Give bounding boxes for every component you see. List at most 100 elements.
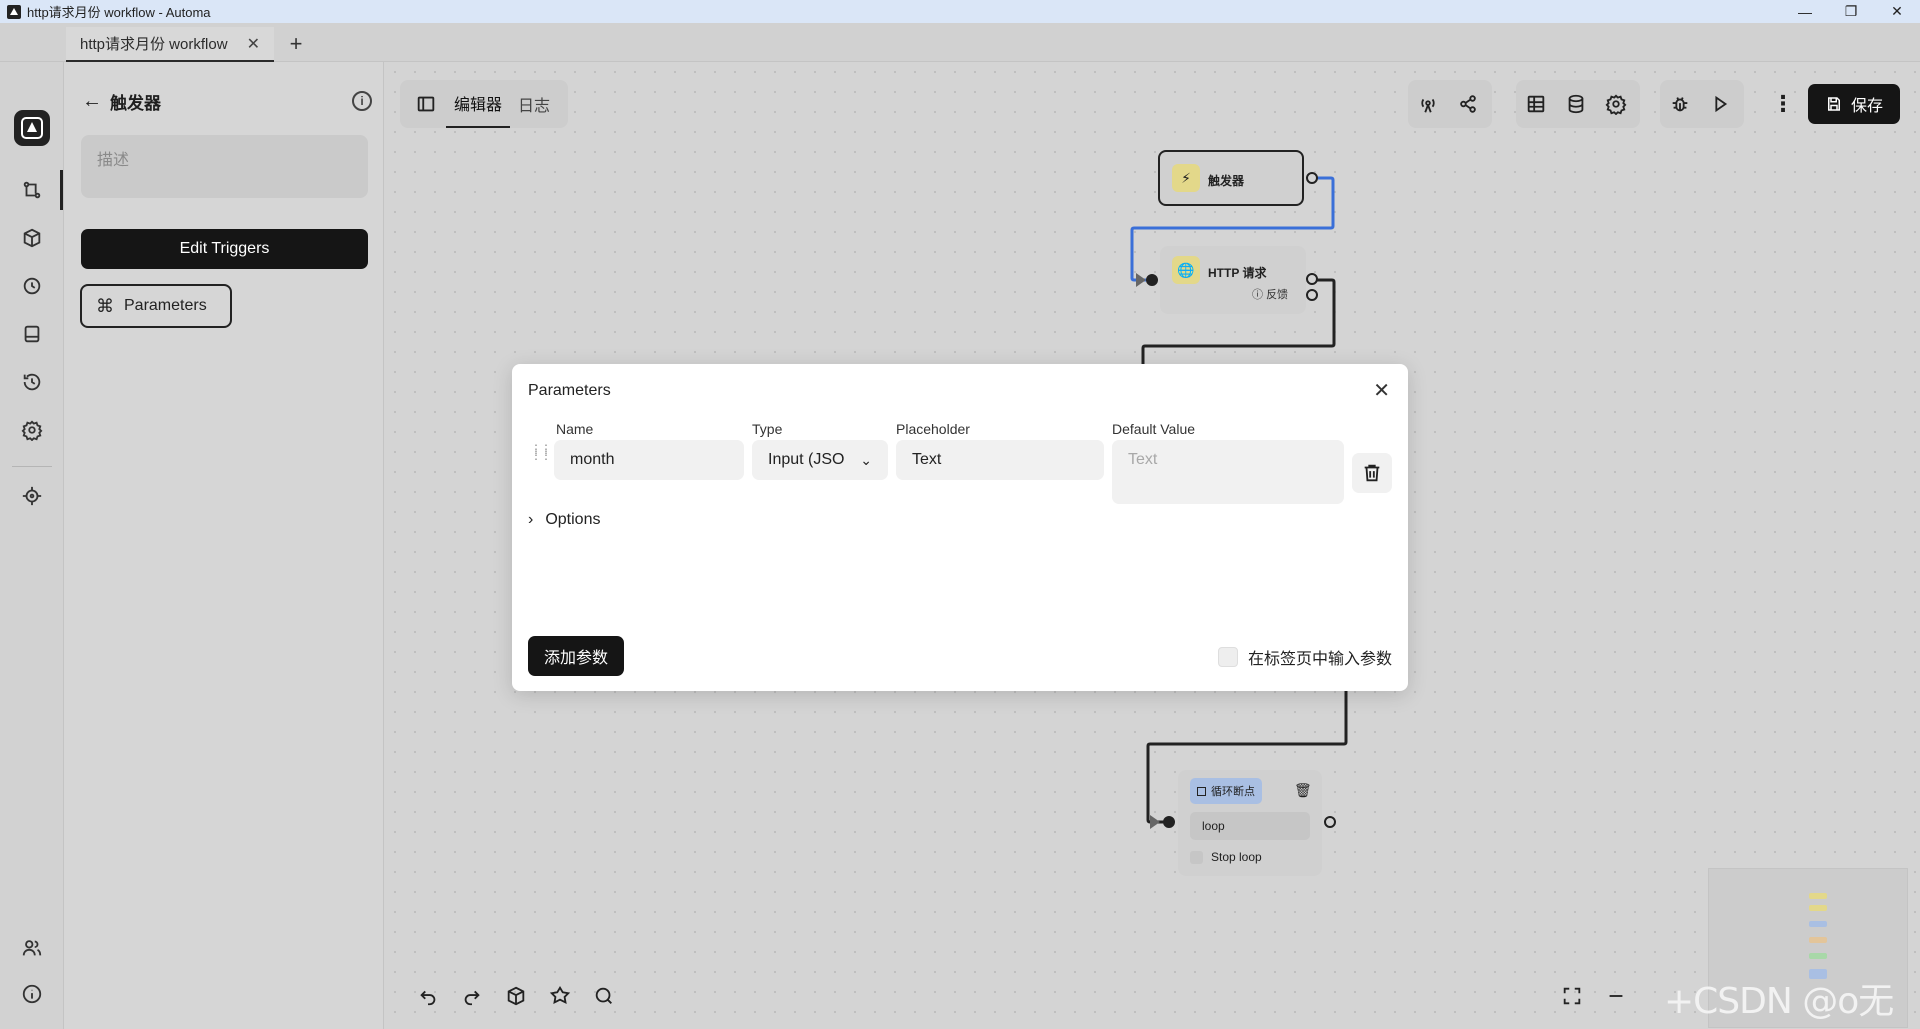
close-icon[interactable]: ✕ [1373, 378, 1390, 403]
param-default-value-input[interactable]: Text [1112, 440, 1344, 504]
minimap-node [1809, 937, 1827, 943]
input-in-tab-checkbox[interactable] [1217, 647, 1238, 667]
trigger-node-label: 触发器 [1208, 174, 1245, 188]
add-parameter-button[interactable]: 添加参数 [528, 636, 624, 676]
minimap-node [1809, 953, 1827, 959]
http-request-node[interactable]: 🌐 HTTP 请求 ⓘ 反馈 [1160, 246, 1306, 314]
http-node-label: HTTP 请求 [1208, 266, 1267, 280]
param-type-select[interactable]: Input (JSO ⌄ [752, 440, 888, 480]
name-column-label: Name [556, 421, 594, 437]
stop-loop-option[interactable]: Stop loop [1190, 850, 1262, 864]
undo-icon[interactable] [406, 976, 450, 1016]
add-tab-button[interactable]: + [284, 31, 308, 57]
save-button[interactable]: 保存 [1808, 84, 1900, 124]
package-icon[interactable] [16, 222, 48, 254]
globe-icon: 🌐 [1172, 256, 1200, 284]
http-input-port[interactable] [1146, 274, 1158, 286]
tab-label: http请求月份 workflow [80, 36, 228, 53]
options-toggle[interactable]: › Options [528, 511, 600, 529]
editor-tab-group: 编辑器 日志 [400, 80, 568, 128]
input-in-tab-option[interactable]: 在标签页中输入参数 [1217, 645, 1392, 669]
workflow-settings-icon[interactable] [1596, 84, 1636, 124]
panel-header: ← 触发器 i [82, 86, 372, 116]
http-output-port[interactable] [1306, 273, 1318, 285]
trash-icon [1364, 464, 1380, 482]
lightning-icon: ⚡ [1172, 164, 1200, 192]
edit-triggers-button[interactable]: Edit Triggers [81, 229, 368, 269]
loop-output-port[interactable] [1324, 816, 1336, 828]
minimap-node [1809, 905, 1827, 911]
toggle-sidebar-icon[interactable] [406, 84, 446, 124]
tab-close-icon[interactable]: ✕ [247, 34, 260, 54]
storage-icon[interactable] [16, 318, 48, 350]
close-window-button[interactable]: ✕ [1874, 0, 1920, 23]
search-icon[interactable] [582, 976, 626, 1016]
options-label: Options [545, 511, 601, 528]
back-arrow-icon[interactable]: ← [82, 90, 102, 113]
save-icon [1827, 97, 1840, 111]
share-icon[interactable] [1448, 84, 1488, 124]
loop-id-input[interactable]: loop [1190, 812, 1310, 840]
input-in-tab-label: 在标签页中输入参数 [1247, 651, 1392, 668]
users-icon[interactable] [16, 932, 48, 964]
trigger-output-port[interactable] [1306, 172, 1318, 184]
sidebar-rail [0, 62, 64, 1029]
table-icon[interactable] [1516, 84, 1556, 124]
save-button-label: 保存 [1850, 98, 1883, 115]
active-indicator [60, 170, 63, 210]
info-icon[interactable] [16, 978, 48, 1010]
clock-icon[interactable] [16, 270, 48, 302]
zoom-tools [1550, 976, 1638, 1016]
stop-loop-checkbox[interactable] [1190, 850, 1203, 864]
fullscreen-icon[interactable] [1550, 976, 1594, 1016]
history-tools [406, 976, 626, 1016]
settings-icon[interactable] [16, 414, 48, 446]
drag-handle-icon[interactable]: ⋮⋮ ⋮⋮ [530, 443, 552, 461]
data-toolbar-group [1516, 80, 1640, 128]
more-options-icon[interactable]: ⋮ [1763, 84, 1803, 124]
more-group: ⋮ [1763, 80, 1803, 128]
play-icon[interactable] [1700, 84, 1740, 124]
title-bar: http请求月份 workflow - Automa — ❐ ✕ [0, 0, 1920, 23]
info-icon[interactable]: i [352, 91, 372, 111]
description-input[interactable]: 描述 [81, 135, 368, 198]
modal-title: Parameters [528, 382, 611, 399]
trigger-panel: ← 触发器 i 描述 Edit Triggers ⌘ Parameters [64, 62, 384, 1029]
database-icon[interactable] [1556, 84, 1596, 124]
package-tool-icon[interactable] [494, 976, 538, 1016]
history-icon[interactable] [16, 366, 48, 398]
auto-arrange-icon[interactable] [538, 976, 582, 1016]
zoom-out-icon[interactable] [1594, 976, 1638, 1016]
crosshair-icon[interactable] [16, 480, 48, 512]
parameters-button-label: Parameters [124, 297, 207, 314]
trigger-node[interactable]: ⚡ 触发器 [1158, 150, 1304, 206]
tab-workflow[interactable]: http请求月份 workflow ✕ [66, 27, 274, 62]
tab-editor[interactable]: 编辑器 [446, 80, 511, 128]
csdn-watermark: +CSDN @o无颜o [1664, 981, 1894, 1022]
run-toolbar-group [1660, 80, 1744, 128]
minimize-button[interactable]: — [1782, 0, 1828, 23]
default-value-column-label: Default Value [1112, 421, 1196, 437]
tab-logs[interactable]: 日志 [510, 80, 558, 128]
rail-divider [12, 466, 52, 467]
restore-button[interactable]: ❐ [1828, 0, 1874, 23]
share-toolbar-group [1408, 80, 1492, 128]
parameters-button[interactable]: ⌘ Parameters [80, 284, 232, 328]
broadcast-icon[interactable] [1408, 84, 1448, 124]
fallback-label: ⓘ 反馈 [1252, 289, 1289, 301]
workflow-icon[interactable] [16, 174, 48, 206]
redo-icon[interactable] [450, 976, 494, 1016]
loop-input-port[interactable] [1163, 816, 1175, 828]
chevron-down-icon: ⌄ [860, 451, 872, 468]
delete-param-button[interactable] [1352, 453, 1392, 493]
trash-icon[interactable]: 🗑 [1294, 782, 1312, 799]
debug-bug-icon[interactable] [1660, 84, 1700, 124]
param-name-input[interactable]: month [554, 440, 744, 480]
http-fallback-port[interactable] [1306, 289, 1318, 301]
param-placeholder-input[interactable]: Text [896, 440, 1104, 480]
square-icon [1197, 786, 1206, 796]
command-icon: ⌘ [96, 295, 114, 316]
automa-logo[interactable] [14, 110, 50, 146]
minimap-node [1809, 921, 1827, 927]
loop-breakpoint-node[interactable]: 循环断点 🗑 loop Stop loop [1178, 770, 1322, 876]
